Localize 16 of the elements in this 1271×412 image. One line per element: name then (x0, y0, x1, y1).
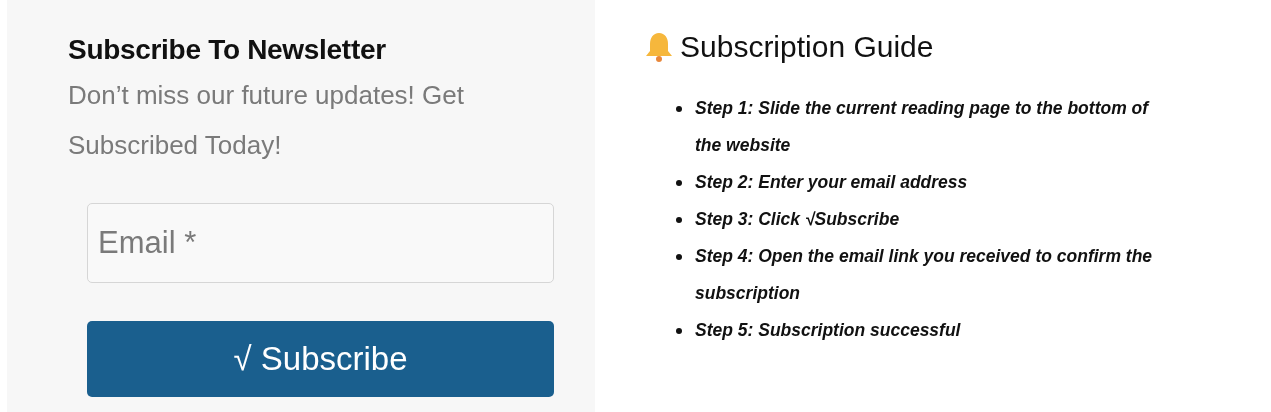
bullet-icon (676, 217, 682, 223)
step-text: Step 3: Click √Subscribe (695, 208, 901, 231)
email-field[interactable]: Email * (87, 203, 554, 283)
bullet-icon (676, 180, 682, 186)
subscribe-button[interactable]: √ Subscribe (87, 321, 554, 397)
newsletter-title: Subscribe To Newsletter (68, 34, 386, 66)
guide-title: Subscription Guide (680, 30, 934, 64)
newsletter-subtitle: Don’t miss our future updates! Get Subscribed Today! (68, 79, 465, 162)
bullet-icon (676, 106, 682, 112)
bell-icon (643, 31, 675, 63)
bullet-icon (676, 254, 682, 260)
step-text: Step 1: Slide the current reading page to the bottom of the website (695, 97, 1151, 157)
step-text: Step 2: Enter your email address (695, 171, 969, 194)
bullet-icon (676, 328, 682, 334)
step-text: Step 4: Open the email link you received to confirm the subscription (695, 245, 1154, 305)
step-text: Step 5: Subscription successful (695, 319, 962, 342)
